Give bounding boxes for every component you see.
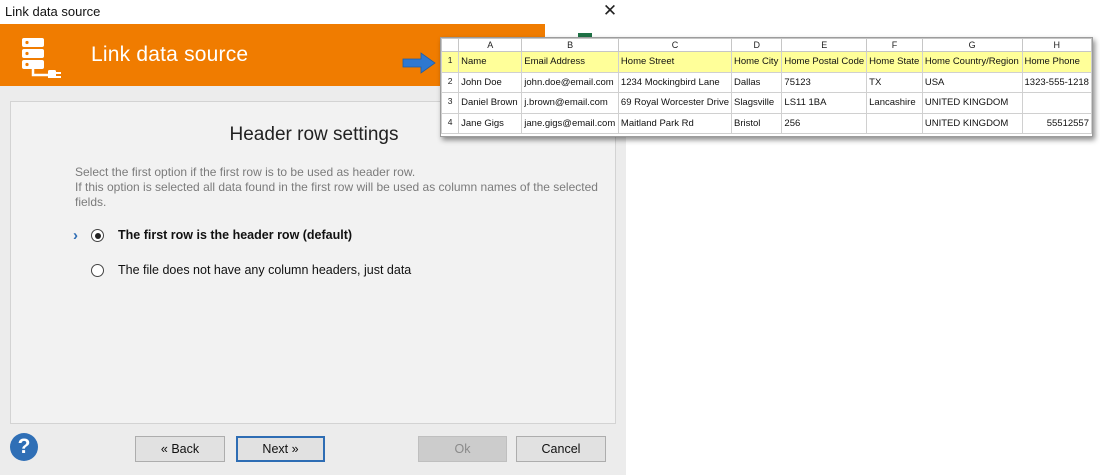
close-icon[interactable]: ✕ bbox=[600, 1, 620, 21]
header-cell: Home City bbox=[730, 51, 783, 73]
next-button[interactable]: Next » bbox=[236, 436, 325, 462]
table-cell: UNITED KINGDOM bbox=[921, 112, 1023, 134]
pointer-arrow-icon bbox=[402, 52, 436, 74]
column-letter: H bbox=[1021, 38, 1092, 52]
header-cell: Home Country/Region bbox=[921, 51, 1023, 73]
column-letter-row: A B C D E F G H bbox=[440, 38, 1092, 52]
selected-chevron-icon: › bbox=[73, 227, 78, 244]
header-cell: Home Postal Code bbox=[781, 51, 868, 73]
table-cell: 1234 Mockingbird Lane bbox=[617, 71, 732, 93]
option-no-column-headers[interactable]: The file does not have any column header… bbox=[75, 262, 555, 280]
column-letter: B bbox=[521, 38, 619, 52]
dialog-body: Header row settings Select the first opt… bbox=[0, 86, 626, 475]
table-cell bbox=[866, 112, 923, 134]
row-number: 1 bbox=[440, 51, 460, 73]
panel-description: Select the first option if the first row… bbox=[75, 165, 605, 210]
table-cell: 55512557 bbox=[1021, 112, 1092, 134]
table-row: 1 Name Email Address Home Street Home Ci… bbox=[440, 51, 1092, 73]
table-row: 3 Daniel Brown j.brown@email.com 69 Roya… bbox=[440, 92, 1092, 114]
option-label-first-row-header: The first row is the header row (default… bbox=[118, 228, 353, 242]
help-icon[interactable]: ? bbox=[10, 433, 38, 461]
table-row: 4 Jane Gigs jane.gigs@email.com Maitland… bbox=[440, 112, 1092, 134]
back-button[interactable]: « Back bbox=[135, 436, 225, 462]
corner-cell bbox=[440, 38, 460, 52]
radio-first-row-header[interactable] bbox=[91, 229, 104, 242]
ok-button[interactable]: Ok bbox=[418, 436, 507, 462]
column-letter: G bbox=[921, 38, 1023, 52]
row-number: 4 bbox=[440, 112, 460, 134]
table-cell: John Doe bbox=[458, 71, 523, 93]
description-line-2: If this option is selected all data foun… bbox=[75, 180, 598, 209]
table-cell: 256 bbox=[781, 112, 868, 134]
table-cell: 1323-555-1218 bbox=[1021, 71, 1092, 93]
table-cell: Lancashire bbox=[866, 92, 923, 114]
table-cell: 75123 bbox=[781, 71, 868, 93]
header-cell: Home Street bbox=[617, 51, 732, 73]
description-line-1: Select the first option if the first row… bbox=[75, 165, 416, 179]
column-letter: E bbox=[781, 38, 868, 52]
table-cell: LS11 1BA bbox=[781, 92, 868, 114]
spreadsheet-grid: A B C D E F G H 1 Name Email Address Hom… bbox=[440, 38, 1092, 134]
option-first-row-header[interactable]: › The first row is the header row (defau… bbox=[73, 227, 555, 245]
header-cell: Home State bbox=[866, 51, 923, 73]
database-plug-icon bbox=[22, 38, 61, 78]
header-cell: Name bbox=[458, 51, 523, 73]
row-number: 2 bbox=[440, 71, 460, 93]
option-label-no-column-headers: The file does not have any column header… bbox=[118, 263, 412, 277]
banner-title: Link data source bbox=[91, 43, 249, 66]
table-cell bbox=[1021, 92, 1092, 114]
table-cell: john.doe@email.com bbox=[521, 71, 619, 93]
table-cell: j.brown@email.com bbox=[521, 92, 619, 114]
table-cell: 69 Royal Worcester Drive bbox=[617, 92, 732, 114]
column-letter: C bbox=[617, 38, 732, 52]
radio-no-column-headers[interactable] bbox=[91, 264, 104, 277]
column-letter: F bbox=[866, 38, 923, 52]
title-bar: Link data source ✕ bbox=[0, 0, 626, 24]
table-cell: Jane Gigs bbox=[458, 112, 523, 134]
table-cell: Maitland Park Rd bbox=[617, 112, 732, 134]
header-cell: Home Phone bbox=[1021, 51, 1092, 73]
column-letter: A bbox=[458, 38, 523, 52]
header-row-settings-panel: Header row settings Select the first opt… bbox=[10, 101, 616, 424]
table-cell: USA bbox=[921, 71, 1023, 93]
table-cell: Slagsville bbox=[730, 92, 783, 114]
column-letter: D bbox=[730, 38, 783, 52]
table-cell: Dallas bbox=[730, 71, 783, 93]
table-cell: TX bbox=[866, 71, 923, 93]
table-cell: Daniel Brown bbox=[458, 92, 523, 114]
row-number: 3 bbox=[440, 92, 460, 114]
cancel-button[interactable]: Cancel bbox=[516, 436, 606, 462]
table-cell: jane.gigs@email.com bbox=[521, 112, 619, 134]
header-cell: Email Address bbox=[521, 51, 619, 73]
window-title: Link data source bbox=[5, 4, 101, 19]
table-cell: Bristol bbox=[730, 112, 783, 134]
spreadsheet-preview: A B C D E F G H 1 Name Email Address Hom… bbox=[440, 37, 1093, 137]
table-cell: UNITED KINGDOM bbox=[921, 92, 1023, 114]
table-row: 2 John Doe john.doe@email.com 1234 Mocki… bbox=[440, 71, 1092, 93]
